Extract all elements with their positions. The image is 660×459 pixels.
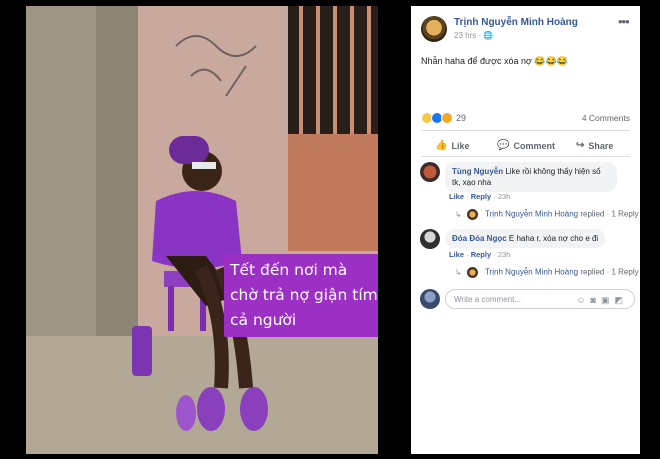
post-photo[interactable]: Tết đến nơi mà chờ trả nợ giận tím cả ng…: [26, 6, 378, 454]
reply-thread-link[interactable]: ↳ Trịnh Nguyễn Minh Hoàng replied · 1 Re…: [455, 209, 639, 220]
reaction-summary[interactable]: 29: [421, 112, 466, 124]
reply-thread-link[interactable]: ↳ Trịnh Nguyễn Minh Hoàng replied · 1 Re…: [455, 267, 639, 278]
current-user-avatar: [420, 289, 440, 309]
comment-count[interactable]: 4 Comments: [582, 113, 630, 123]
comment-time[interactable]: 23h: [498, 192, 511, 201]
more-options-icon[interactable]: •••: [618, 14, 630, 29]
emoji-icon[interactable]: ☺: [576, 295, 590, 305]
sticker-icon[interactable]: ◩: [614, 295, 628, 305]
thumbs-up-icon: 👍: [435, 140, 448, 151]
comment-bubble: Đóa Đóa Ngọc E haha r, xóa nợ cho e đi: [445, 229, 606, 248]
reply-arrow-icon: ↳: [455, 267, 462, 277]
post-panel: Trịnh Nguyễn Minh Hoàng 23 hrs · 🌐 ••• N…: [411, 6, 640, 454]
comment-author[interactable]: Đóa Đóa Ngọc: [452, 234, 507, 243]
replier-avatar: [466, 209, 478, 220]
like-button-label: Like: [451, 140, 470, 151]
comment-author[interactable]: Tùng Nguyễn: [452, 167, 503, 176]
share-icon: ↪: [576, 140, 585, 151]
comment-text: E haha r, xóa nợ cho e đi: [508, 234, 599, 243]
post-meta: 23 hrs · 🌐: [454, 31, 494, 40]
replier-avatar: [466, 267, 478, 278]
comment-actions: Like · Reply · 23h: [449, 250, 511, 259]
comment-like-link[interactable]: Like: [449, 192, 464, 201]
comment-reply-link[interactable]: Reply: [471, 192, 491, 201]
comment-actions: Like · Reply · 23h: [449, 192, 511, 201]
wow-reaction-icon: [441, 112, 453, 124]
commenter-avatar[interactable]: [420, 229, 440, 249]
camera-icon[interactable]: ◙: [591, 295, 601, 305]
reply-author: Trịnh Nguyễn Minh Hoàng: [485, 267, 579, 277]
author-avatar[interactable]: [421, 16, 447, 42]
reply-count: replied · 1 Reply: [580, 209, 639, 219]
gif-icon[interactable]: ▣: [601, 295, 615, 305]
author-name[interactable]: Trịnh Nguyễn Minh Hoàng: [454, 17, 578, 28]
post-text: Nhẫn haha để được xóa nợ 😂😂😂: [421, 56, 569, 66]
comment-icon: 💬: [497, 140, 510, 151]
share-button-label: Share: [588, 140, 614, 151]
reaction-count: 29: [456, 113, 467, 123]
comment-button-label: Comment: [513, 140, 555, 151]
comment-reply-link[interactable]: Reply: [471, 250, 491, 259]
reply-count: replied · 1 Reply: [580, 267, 639, 277]
divider: [421, 156, 630, 157]
share-button[interactable]: ↪ Share: [576, 140, 613, 151]
comment-input[interactable]: Write a comment... ☺◙▣◩: [445, 289, 635, 309]
comment-like-link[interactable]: Like: [449, 250, 464, 259]
comment-time[interactable]: 23h: [498, 250, 511, 259]
commenter-avatar[interactable]: [420, 162, 440, 182]
composer-tools: ☺◙▣◩: [576, 290, 628, 310]
globe-icon: 🌐: [483, 31, 494, 40]
reply-author: Trịnh Nguyễn Minh Hoàng: [485, 209, 579, 219]
reply-arrow-icon: ↳: [455, 209, 462, 219]
comment-bubble: Tùng Nguyễn Like rồi không thấy hiện số …: [445, 162, 617, 192]
like-button[interactable]: 👍 Like: [435, 140, 469, 151]
photo-scene: [26, 6, 378, 454]
divider: [421, 130, 630, 131]
comment-input-placeholder: Write a comment...: [454, 295, 521, 304]
photo-caption: Tết đến nơi mà chờ trả nợ giận tím cả ng…: [224, 254, 378, 337]
post-time[interactable]: 23 hrs: [454, 31, 476, 40]
comment-button[interactable]: 💬 Comment: [497, 140, 555, 151]
